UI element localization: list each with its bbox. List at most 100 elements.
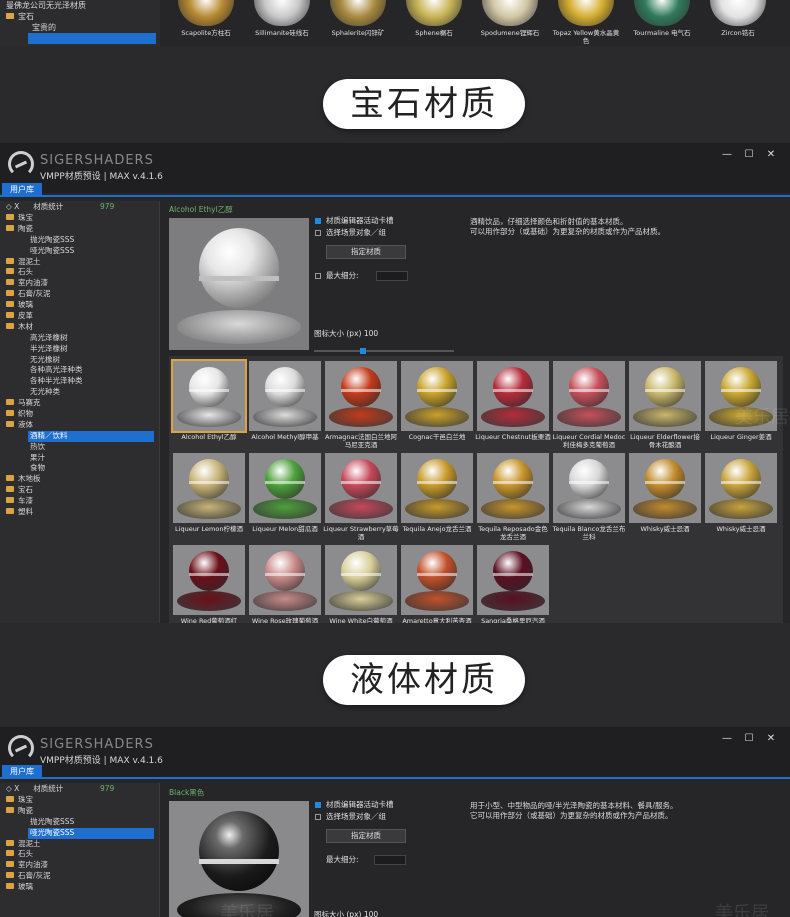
- material-thumb[interactable]: Whisky威士忌酒: [629, 453, 701, 541]
- tree-item[interactable]: 石头: [0, 849, 159, 860]
- material-thumb[interactable]: Armagnac法国白兰地阿马尼亚克酒: [325, 361, 397, 449]
- material-thumb[interactable]: Liqueur Cordial Medoc利佳梅多克葡萄酒: [553, 361, 625, 449]
- material-thumb[interactable]: Tequila Anejo龙舌兰酒: [401, 453, 473, 541]
- tree-item[interactable]: 抛光陶瓷SSS: [0, 235, 159, 246]
- minimize-icon[interactable]: —: [716, 149, 738, 160]
- tree-item[interactable]: 各种高光泽种类: [0, 365, 159, 376]
- tree-item[interactable]: 玻璃: [0, 300, 159, 311]
- material-thumb[interactable]: Liqueur Strawberry草莓酒: [323, 453, 399, 541]
- material-thumb[interactable]: Scapolite方柱石: [170, 0, 242, 46]
- tree-item[interactable]: 石膏/灰泥: [0, 871, 159, 882]
- tree-item[interactable]: 半光泽橡树: [0, 344, 159, 355]
- material-thumb[interactable]: Sangria桑格里厄汽酒: [477, 545, 549, 623]
- tree-item[interactable]: 车漆: [0, 496, 159, 507]
- assign-material-button[interactable]: 指定材质: [326, 245, 406, 259]
- material-thumb[interactable]: Wine Rose玫瑰葡萄酒: [249, 545, 321, 623]
- icon-size-slider[interactable]: [314, 350, 454, 352]
- close-icon[interactable]: ✕: [760, 149, 782, 160]
- tree-item[interactable]: 高光泽橡树: [0, 333, 159, 344]
- folder-icon: [6, 224, 14, 231]
- material-thumb[interactable]: Alcohol Ethyl乙醇: [171, 359, 247, 449]
- material-thumb[interactable]: Tequila Reposado金色龙舌兰酒: [477, 453, 549, 541]
- tab-user-library[interactable]: 用户库: [2, 765, 42, 779]
- material-thumb[interactable]: Topaz Yellow黄水晶黄色: [550, 0, 622, 46]
- tree-item[interactable]: 皮革: [0, 311, 159, 322]
- tree-item[interactable]: 各种半光泽种类: [0, 376, 159, 387]
- tree-item[interactable]: 宝石: [0, 11, 160, 22]
- tree-item[interactable]: 抛光陶瓷SSS: [0, 817, 159, 828]
- sidebar-tools[interactable]: ◇ X: [6, 784, 19, 793]
- material-thumb[interactable]: Liqueur Elderflower接骨木花酿酒: [629, 361, 701, 449]
- tree-item[interactable]: 食物: [0, 463, 159, 474]
- tree-item[interactable]: 陶瓷: [0, 224, 159, 235]
- select-objects-checkbox[interactable]: 选择场景对象／组: [314, 811, 464, 823]
- close-icon[interactable]: ✕: [760, 733, 782, 744]
- tree-item[interactable]: 石头: [0, 267, 159, 278]
- pedestal-icon: [633, 499, 697, 519]
- sync-slot-checkbox[interactable]: 材质编辑器活动卡槽: [314, 215, 464, 227]
- tree-item[interactable]: 混泥土: [0, 257, 159, 268]
- tree-item[interactable]: 玻璃: [0, 882, 159, 893]
- tree-item[interactable]: 马赛克: [0, 398, 159, 409]
- material-thumb[interactable]: Liqueur Chestnut板栗酒: [475, 361, 551, 449]
- material-thumb[interactable]: Wine White白葡萄酒: [325, 545, 397, 623]
- tree-item[interactable]: 液体: [0, 420, 159, 431]
- tree-item-label: 石膏/灰泥: [18, 871, 51, 881]
- tree-item[interactable]: 无光橡树: [0, 355, 159, 366]
- material-thumb[interactable]: Wine Red葡萄酒红: [173, 545, 245, 623]
- tree-item[interactable]: 织物: [0, 409, 159, 420]
- material-thumb[interactable]: Tourmaline 电气石: [626, 0, 698, 46]
- tree-item[interactable]: 无光种类: [0, 387, 159, 398]
- tree-item-label: 陶瓷: [18, 805, 33, 815]
- tree-item[interactable]: 室内油漆: [0, 860, 159, 871]
- tree-item[interactable]: 珠宝: [0, 213, 159, 224]
- tree-item[interactable]: 室内油漆: [0, 278, 159, 289]
- material-thumb[interactable]: Liqueur Melon甜瓜酒: [249, 453, 321, 541]
- tree-item[interactable]: 宝石: [0, 485, 159, 496]
- material-thumb[interactable]: Zircon锆石: [702, 0, 774, 46]
- select-objects-checkbox[interactable]: 选择场景对象／组: [314, 227, 464, 239]
- tree-item[interactable]: 塑料: [0, 507, 159, 518]
- tree-item[interactable]: 石膏/灰泥: [0, 289, 159, 300]
- tree-item[interactable]: 混泥土: [0, 839, 159, 850]
- tree-item[interactable]: 木材: [0, 322, 159, 333]
- tree-item-selected[interactable]: 哑光陶瓷SSS: [28, 827, 154, 839]
- material-sphere-icon: [493, 367, 533, 407]
- minimize-icon[interactable]: —: [716, 733, 738, 744]
- material-thumb[interactable]: Liqueur Lemon柠檬酒: [173, 453, 245, 541]
- material-thumb[interactable]: Cognac干邑白兰地: [401, 361, 473, 449]
- tab-user-library[interactable]: 用户库: [2, 183, 42, 197]
- tree-item[interactable]: 宝贵的: [0, 22, 160, 33]
- sync-slot-checkbox[interactable]: 材质编辑器活动卡槽: [314, 799, 464, 811]
- folder-icon: [6, 497, 14, 504]
- maximize-icon[interactable]: ☐: [738, 149, 760, 160]
- material-thumb[interactable]: Amaretto意大利苦杏酒: [401, 545, 473, 623]
- folder-icon: [6, 796, 14, 802]
- tree-item[interactable]: 果汁: [0, 453, 159, 464]
- material-thumb[interactable]: Whisky威士忌酒: [705, 453, 777, 541]
- max-subdiv-field[interactable]: [374, 855, 406, 865]
- sigershaders-logo-icon: [8, 735, 34, 761]
- material-thumb[interactable]: Spodumene锂辉石: [474, 0, 546, 46]
- tree-item[interactable]: 哑光陶瓷SSS: [0, 246, 159, 257]
- material-sphere-icon: [417, 459, 457, 499]
- assign-material-button[interactable]: 指定材质: [326, 829, 406, 843]
- tree-item[interactable]: 陶瓷: [0, 806, 159, 817]
- tree-item[interactable]: 曼佛龙公司无光泽材质: [0, 0, 160, 11]
- checkbox-icon[interactable]: [315, 273, 321, 279]
- pedestal-icon: [481, 591, 545, 611]
- tree-item[interactable]: 热饮: [0, 442, 159, 453]
- material-thumb[interactable]: Alcohol Methyl醇甲基: [249, 361, 321, 449]
- material-thumb[interactable]: Sphalerite闪锌矿: [322, 0, 394, 46]
- maximize-icon[interactable]: ☐: [738, 733, 760, 744]
- slider-handle[interactable]: [360, 348, 366, 354]
- material-thumb[interactable]: Tequila Blanco龙舌兰布兰科: [553, 453, 625, 541]
- tree-item[interactable]: 木地板: [0, 474, 159, 485]
- tree-item-selected[interactable]: 酒精／饮料: [28, 430, 154, 442]
- material-thumb[interactable]: Sillimanite硅线石: [246, 0, 318, 46]
- tree-item[interactable]: 珠宝: [0, 795, 159, 806]
- material-thumb[interactable]: Sphene榍石: [398, 0, 470, 46]
- tree-item-selected[interactable]: [28, 33, 156, 44]
- sidebar-tools[interactable]: ◇ X: [6, 202, 19, 211]
- max-subdiv-field[interactable]: [376, 271, 408, 281]
